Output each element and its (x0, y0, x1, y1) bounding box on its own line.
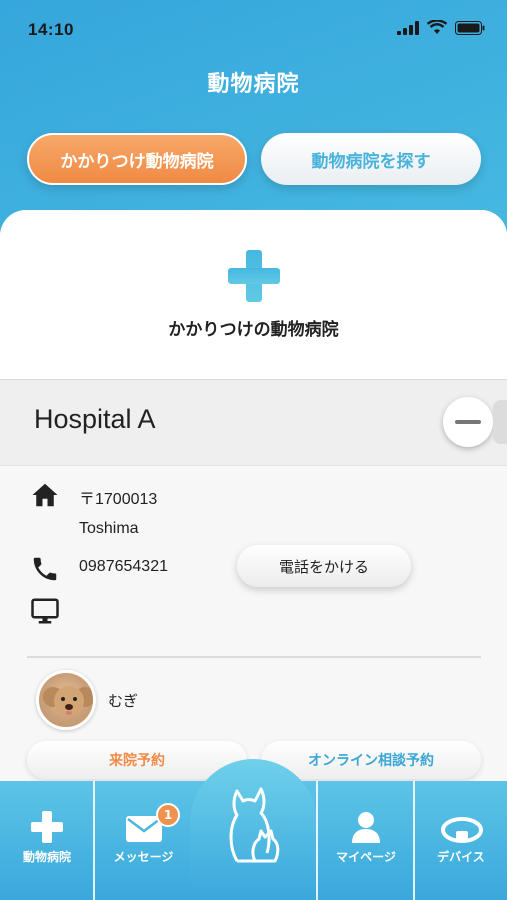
wifi-icon (427, 20, 447, 34)
home-icon (32, 483, 58, 507)
medical-plus-icon (228, 250, 280, 302)
page-title: 動物病院 (207, 72, 300, 97)
nav-messages[interactable]: メッセージ (95, 781, 192, 900)
battery-icon (455, 20, 485, 35)
collapse-button[interactable] (443, 397, 493, 447)
edge-handle (493, 400, 507, 444)
card-header: かかりつけの動物病院 (0, 210, 507, 380)
divider (27, 656, 481, 658)
pet-name: むぎ (108, 692, 139, 710)
address-text: Toshima (79, 520, 139, 537)
hospital-name: Hospital A (34, 404, 156, 434)
postal-code: 〒1700013 (79, 491, 158, 508)
phone-icon (33, 557, 57, 581)
home-center-tab[interactable] (190, 759, 317, 900)
bottom-nav: 動物病院 メッセージ 1 マイページ デバイス (0, 759, 507, 900)
find-hospital-tab[interactable]: 動物病院を探す (261, 133, 481, 185)
nav-hospital-label: 動物病院 (22, 850, 71, 864)
nav-device[interactable]: デバイス (415, 781, 507, 900)
status-time: 14:10 (28, 20, 74, 39)
hospital-row[interactable]: Hospital A (0, 380, 507, 466)
nav-device-label: デバイス (437, 850, 485, 864)
card-title: かかりつけの動物病院 (168, 320, 339, 340)
collar-icon (441, 817, 483, 843)
nav-hospital[interactable]: 動物病院 (0, 781, 94, 900)
monitor-icon[interactable] (30, 596, 60, 626)
signal-icon (397, 20, 419, 35)
nav-mypage-label: マイページ (336, 850, 396, 864)
status-icons (397, 20, 485, 35)
call-button[interactable]: 電話をかける (237, 545, 411, 587)
person-icon (352, 812, 380, 843)
my-hospital-tab[interactable]: かかりつけ動物病院 (27, 133, 247, 185)
pet-logo-icon (229, 787, 280, 863)
nav-messages-label: メッセージ (113, 850, 174, 864)
nav-mypage[interactable]: マイページ (318, 781, 414, 900)
phone-number[interactable]: 0987654321 (79, 558, 168, 576)
dog-photo-icon (43, 686, 93, 716)
pet-avatar[interactable] (36, 670, 96, 730)
plus-icon (31, 811, 63, 843)
status-bar: 14:10 (0, 0, 507, 60)
message-count-badge: 1 (156, 803, 180, 827)
